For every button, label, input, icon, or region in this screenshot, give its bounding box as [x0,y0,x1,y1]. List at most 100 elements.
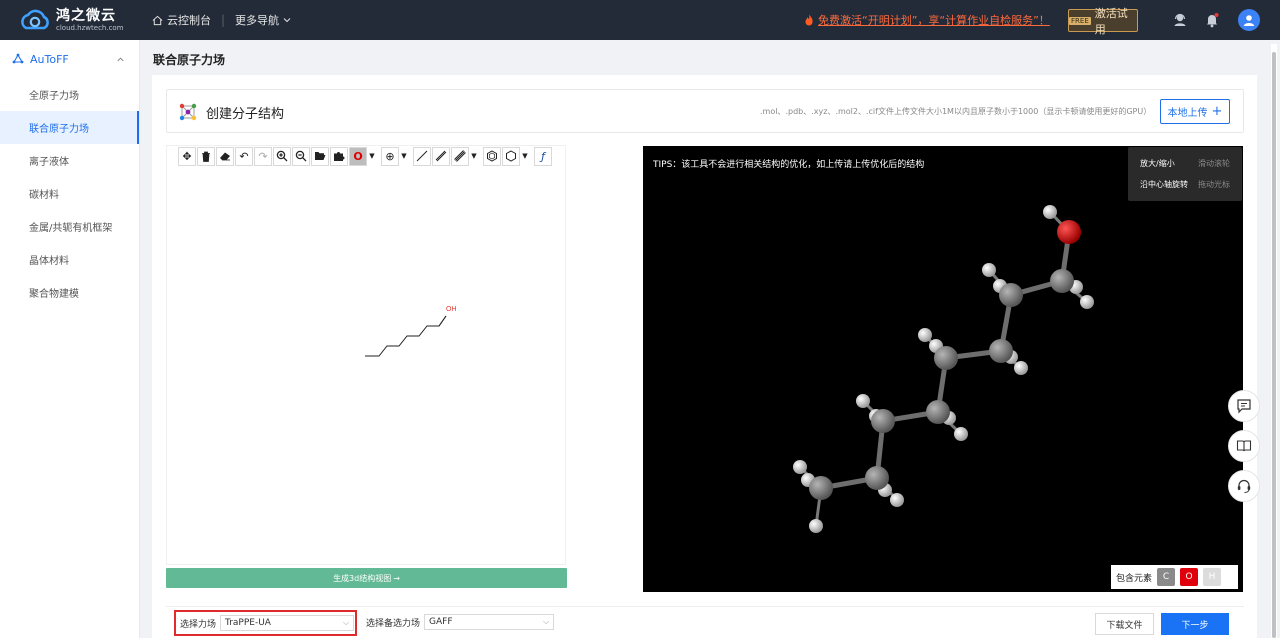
chat-button[interactable] [1228,390,1260,422]
sidebar-item-carbon[interactable]: 碳材料 [0,177,139,210]
nav-console[interactable]: 云控制台 [152,12,211,28]
viewer-help-panel: 放大/缩小 滑动滚轮 沿中心轴旋转 拖动光标 [1128,147,1242,201]
3d-viewer[interactable] [643,146,1243,592]
molecule-icon [12,53,24,64]
local-upload-button[interactable]: 本地上传 + [1160,99,1230,124]
atom-o-tool[interactable]: O [349,146,367,166]
alt-forcefield-select[interactable]: GAFF ⌵ [424,614,555,630]
sidebar-item-all-atom[interactable]: 全原子力场 [0,78,139,111]
sidebar-item-label: 金属/共轭有机框架 [29,223,113,234]
page-title: 联合原子力场 [153,53,226,67]
brand-logo[interactable]: 鸿之微云 cloud.hzwtech.com [18,8,138,32]
molecule-structure-icon [178,102,198,122]
function-icon[interactable]: ƒ [534,146,552,166]
skeletal-structure: OH [365,306,457,357]
forcefield-value: TraPPE-UA [225,618,271,628]
nav-console-label: 云控制台 [167,14,211,27]
charge-icon[interactable]: ⊕ [381,146,399,166]
sidebar-item-ionic-liquid[interactable]: 离子液体 [0,144,139,177]
scrollbar-thumb[interactable] [1272,52,1276,638]
sidebar-group-label: AuToFF [30,52,69,66]
nav-more[interactable]: 更多导航 [235,12,296,28]
upload-note: .mol、.pdb、.xyz、.mol2、.cif文件上传文件大小1M以内且原子… [760,107,1152,116]
trash-icon[interactable] [197,146,215,166]
benzene-icon[interactable] [483,146,501,166]
element-h-chip: H [1203,568,1222,586]
hexagon-icon[interactable] [502,146,520,166]
undo-icon[interactable]: ↶ [235,146,253,166]
oh-label: OH [446,306,457,313]
open-folder-icon[interactable] [311,146,329,166]
single-bond-icon[interactable] [413,146,431,166]
sidebar-group-autoff[interactable]: AuToFF [0,40,139,78]
help-rotate-action: 沿中心轴旋转 [1140,180,1188,189]
sidebar-item-label: 碳材料 [29,190,59,201]
legend-label: 包含元素 [1116,573,1153,584]
ring-dropdown-icon[interactable]: ▼ [521,146,529,166]
alt-forcefield-label: 选择备选力场 [366,618,421,629]
viewer-tips: TIPS：该工具不会进行相关结构的优化，如上传请上传优化后的结构 [653,160,925,170]
forcefield-label: 选择力场 [180,619,217,630]
charge-dropdown-icon[interactable]: ▼ [400,146,408,166]
download-button[interactable]: 下载文件 [1095,613,1154,635]
move-icon[interactable]: ✥ [178,146,196,166]
editor-toolbar: ✥ ↶ ↷ O ▼ ⊕ ▼ ▼ ▼ ƒ [178,146,553,166]
molecule-3d-render [793,205,1094,533]
local-upload-label: 本地上传 [1167,108,1208,119]
chevron-up-icon [117,56,124,61]
sidebar-item-polymer[interactable]: 聚合物建模 [0,276,139,309]
alt-forcefield-value: GAFF [429,617,453,627]
support-button[interactable] [1228,470,1260,502]
nav-more-label: 更多导航 [235,14,280,27]
activate-trial-label: 激活试用 [1094,6,1128,36]
sidebar-item-mof[interactable]: 金属/共轭有机框架 [0,210,139,243]
section-title: 创建分子结构 [206,107,285,122]
sidebar-item-label: 联合原子力场 [29,124,89,135]
alt-forcefield-selector: 选择备选力场 GAFF ⌵ [366,614,555,630]
carbon-chain [365,315,447,357]
sidebar: AuToFF 全原子力场 联合原子力场 离子液体 碳材料 金属/共轭有机框架 晶… [0,40,140,638]
molecule-editor[interactable]: OH [166,145,566,565]
brand-domain: cloud.hzwtech.com [56,23,124,32]
help-zoom-how: 滑动滚轮 [1198,159,1230,168]
plus-icon: + [1211,104,1223,119]
chevron-down-icon: ⌵ [542,617,550,626]
element-c-chip: C [1157,568,1176,586]
sidebar-item-crystal[interactable]: 晶体材料 [0,243,139,276]
eraser-icon[interactable] [216,146,234,166]
promo-text: 免费激活“开明计划”，享“计算作业自检服务”！ [818,14,1050,27]
bell-icon[interactable] [1202,10,1222,30]
atom-dropdown-icon[interactable]: ▼ [368,146,376,166]
docs-button[interactable] [1228,430,1260,462]
user-avatar[interactable] [1238,9,1260,31]
home-icon [152,15,163,25]
zoom-out-icon[interactable] [292,146,310,166]
cloud-logo-icon [18,8,52,32]
zoom-in-icon[interactable] [273,146,291,166]
chevron-down-icon [283,18,291,23]
bond-dropdown-icon[interactable]: ▼ [470,146,478,166]
promo-link[interactable]: 免费激活“开明计划”，享“计算作业自检服务”！ [804,12,1050,28]
forcefield-select[interactable]: TraPPE-UA ⌵ [220,615,355,631]
puzzle-icon[interactable] [330,146,348,166]
element-legend: 包含元素 C O H [1111,565,1238,589]
c-o-bond [438,315,447,327]
forcefield-selector: 选择力场 TraPPE-UA ⌵ [174,610,357,636]
element-o-chip: O [1180,568,1199,586]
triple-bond-icon[interactable] [451,146,469,166]
double-bond-icon[interactable] [432,146,450,166]
user-icon [1243,15,1255,26]
sidebar-item-label: 全原子力场 [29,91,79,102]
sidebar-item-united-atom[interactable]: 联合原子力场 [0,111,139,144]
chevron-down-icon: ⌵ [342,618,350,627]
sidebar-item-label: 晶体材料 [29,256,69,267]
sidebar-item-label: 离子液体 [29,157,69,168]
generate-3d-button[interactable]: 生成3d结构视图 → [166,568,567,588]
redo-icon[interactable]: ↷ [254,146,272,166]
help-rotate-how: 拖动光标 [1198,180,1230,189]
free-tag: FREE [1069,16,1091,25]
next-button[interactable]: 下一步 [1161,613,1229,635]
generate-3d-label: 生成3d结构视图 [333,573,392,583]
support-agent-icon[interactable] [1170,10,1190,30]
activate-trial-button[interactable]: FREE 激活试用 [1068,7,1138,36]
